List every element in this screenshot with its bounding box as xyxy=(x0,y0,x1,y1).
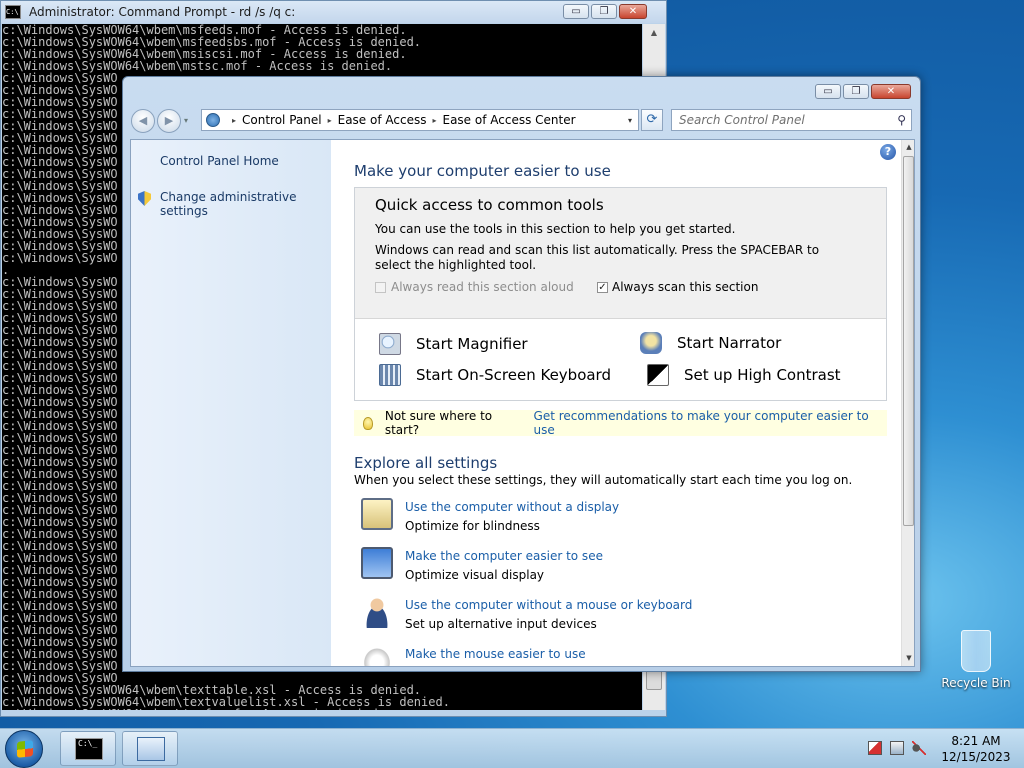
start-on-screen-keyboard-button[interactable]: Start On-Screen Keyboard xyxy=(379,364,611,386)
narrator-icon xyxy=(640,332,662,354)
clock-date: 12/15/2023 xyxy=(941,750,1011,764)
recycle-bin-icon xyxy=(961,630,991,672)
setting-mouse-easier[interactable]: Make the mouse easier to use xyxy=(361,645,586,666)
recommendations-link[interactable]: Get recommendations to make your compute… xyxy=(534,409,887,437)
start-narrator-label: Start Narrator xyxy=(677,334,782,352)
start-keyboard-label: Start On-Screen Keyboard xyxy=(416,366,611,384)
magnifier-icon xyxy=(379,333,401,355)
left-task-pane: Control Panel Home Change administrative… xyxy=(131,140,331,666)
cmd-window-title: Administrator: Command Prompt - rd /s /q… xyxy=(29,5,296,19)
clock-time: 8:21 AM xyxy=(951,734,1001,748)
setting-easier-to-see[interactable]: Make the computer easier to see Optimize… xyxy=(361,547,603,582)
navigation-bar: ◀ ▶ ▾ ▸ Control Panel ▸ Ease of Access ▸… xyxy=(131,107,913,134)
scroll-up-icon[interactable]: ▲ xyxy=(902,140,914,155)
scan-section-checkbox[interactable]: ✓ xyxy=(597,282,608,293)
taskbar: C:\_ 8:21 AM 12/15/2023 xyxy=(0,728,1024,768)
keyboard-icon xyxy=(379,364,401,386)
scan-section-label: Always scan this section xyxy=(612,280,759,294)
scroll-thumb[interactable] xyxy=(903,156,914,526)
control-panel-home-link[interactable]: Control Panel Home xyxy=(160,154,279,168)
address-dropdown-icon[interactable]: ▾ xyxy=(628,116,632,125)
recent-pages-dropdown-icon[interactable]: ▾ xyxy=(184,116,188,125)
change-admin-settings-link[interactable]: Change administrative settings xyxy=(160,190,331,218)
setting-without-mouse-keyboard-desc: Set up alternative input devices xyxy=(405,617,597,631)
setting-mouse-easier-link[interactable]: Make the mouse easier to use xyxy=(405,647,586,661)
search-placeholder: Search Control Panel xyxy=(679,113,805,127)
high-contrast-label: Set up High Contrast xyxy=(684,366,841,384)
breadcrumb-ease-of-access-center[interactable]: Ease of Access Center xyxy=(442,113,575,127)
setting-without-mouse-keyboard[interactable]: Use the computer without a mouse or keyb… xyxy=(361,596,692,631)
cmd-close-button[interactable]: ✕ xyxy=(619,4,647,19)
volume-muted-icon[interactable] xyxy=(912,741,926,755)
taskbar-command-prompt[interactable]: C:\_ xyxy=(60,731,116,766)
recycle-bin-label: Recycle Bin xyxy=(941,676,1011,690)
quick-access-box: Quick access to common tools You can use… xyxy=(354,187,887,401)
back-button[interactable]: ◀ xyxy=(131,108,155,133)
explore-title: Explore all settings xyxy=(354,454,498,472)
quick-access-title: Quick access to common tools xyxy=(375,196,604,214)
scroll-down-icon[interactable]: ▼ xyxy=(902,651,914,666)
set-up-high-contrast-button[interactable]: Set up High Contrast xyxy=(647,364,841,386)
system-tray xyxy=(868,741,926,755)
start-magnifier-label: Start Magnifier xyxy=(416,335,528,353)
main-content: ? Make your computer easier to use Quick… xyxy=(331,140,901,666)
control-panel-globe-icon xyxy=(206,113,220,127)
taskbar-control-panel[interactable] xyxy=(122,731,178,766)
high-contrast-icon xyxy=(647,364,669,386)
network-icon[interactable] xyxy=(890,741,904,755)
quick-access-text: You can use the tools in this section to… xyxy=(375,222,736,236)
quick-access-scan-text: Windows can read and scan this list auto… xyxy=(375,243,820,272)
refresh-button[interactable]: ⟳ xyxy=(641,109,663,131)
setting-easier-to-see-link[interactable]: Make the computer easier to see xyxy=(405,549,603,563)
setting-easier-to-see-desc: Optimize visual display xyxy=(405,568,545,582)
monitor-off-icon xyxy=(361,498,393,530)
cmd-maximize-button[interactable]: ❐ xyxy=(591,4,617,19)
cp-minimize-button[interactable]: ▭ xyxy=(815,84,841,99)
person-icon xyxy=(361,596,393,628)
setting-without-mouse-keyboard-link[interactable]: Use the computer without a mouse or keyb… xyxy=(405,598,692,612)
setting-without-display-link[interactable]: Use the computer without a display xyxy=(405,500,619,514)
start-narrator-button[interactable]: Start Narrator xyxy=(640,332,781,354)
cp-maximize-button[interactable]: ❐ xyxy=(843,84,869,99)
address-bar[interactable]: ▸ Control Panel ▸ Ease of Access ▸ Ease … xyxy=(201,109,639,131)
system-clock[interactable]: 8:21 AM 12/15/2023 xyxy=(940,733,1012,765)
cmd-app-icon: C:\ xyxy=(5,5,21,19)
chevron-right-icon[interactable]: ▸ xyxy=(328,116,332,125)
monitor-icon xyxy=(361,547,393,579)
forward-button[interactable]: ▶ xyxy=(157,108,181,133)
uac-shield-icon xyxy=(138,191,151,206)
quick-access-header: Quick access to common tools You can use… xyxy=(355,188,886,319)
help-icon[interactable]: ? xyxy=(880,144,896,160)
search-icon[interactable]: ⚲ xyxy=(897,113,906,127)
cmd-output-line: c:\Windows\SysWOW64\wbem\tsmf.mof - Acce… xyxy=(2,708,642,710)
tip-prompt: Not sure where to start? xyxy=(384,409,493,437)
read-aloud-label: Always read this section aloud xyxy=(391,280,574,294)
control-panel-icon xyxy=(137,737,165,761)
start-button[interactable] xyxy=(5,730,43,768)
read-aloud-checkbox[interactable] xyxy=(375,282,386,293)
cmd-scroll-up-icon[interactable]: ▲ xyxy=(643,24,665,41)
cmd-minimize-button[interactable]: ▭ xyxy=(563,4,589,19)
search-input[interactable]: Search Control Panel ⚲ xyxy=(671,109,912,131)
explore-subtitle: When you select these settings, they wil… xyxy=(354,473,853,487)
cp-close-button[interactable]: ✕ xyxy=(871,84,911,99)
control-panel-window[interactable]: ▭ ❐ ✕ ◀ ▶ ▾ ▸ Control Panel ▸ Ease of Ac… xyxy=(122,76,921,672)
chevron-right-icon[interactable]: ▸ xyxy=(432,116,436,125)
cmd-icon: C:\_ xyxy=(75,738,103,760)
lightbulb-icon xyxy=(363,416,373,430)
recycle-bin-shortcut[interactable]: Recycle Bin xyxy=(941,630,1011,690)
setting-without-display[interactable]: Use the computer without a display Optim… xyxy=(361,498,619,533)
start-magnifier-button[interactable]: Start Magnifier xyxy=(379,333,528,355)
page-title: Make your computer easier to use xyxy=(354,162,611,180)
tip-bar: Not sure where to start? Get recommendat… xyxy=(354,409,887,437)
setting-without-display-desc: Optimize for blindness xyxy=(405,519,540,533)
control-panel-body: Control Panel Home Change administrative… xyxy=(130,139,915,667)
breadcrumb-control-panel[interactable]: Control Panel xyxy=(242,113,322,127)
action-center-flag-icon[interactable] xyxy=(868,741,882,755)
breadcrumb-ease-of-access[interactable]: Ease of Access xyxy=(338,113,427,127)
content-scrollbar[interactable]: ▲ ▼ xyxy=(901,140,914,666)
chevron-right-icon[interactable]: ▸ xyxy=(232,116,236,125)
mouse-icon xyxy=(361,645,393,666)
